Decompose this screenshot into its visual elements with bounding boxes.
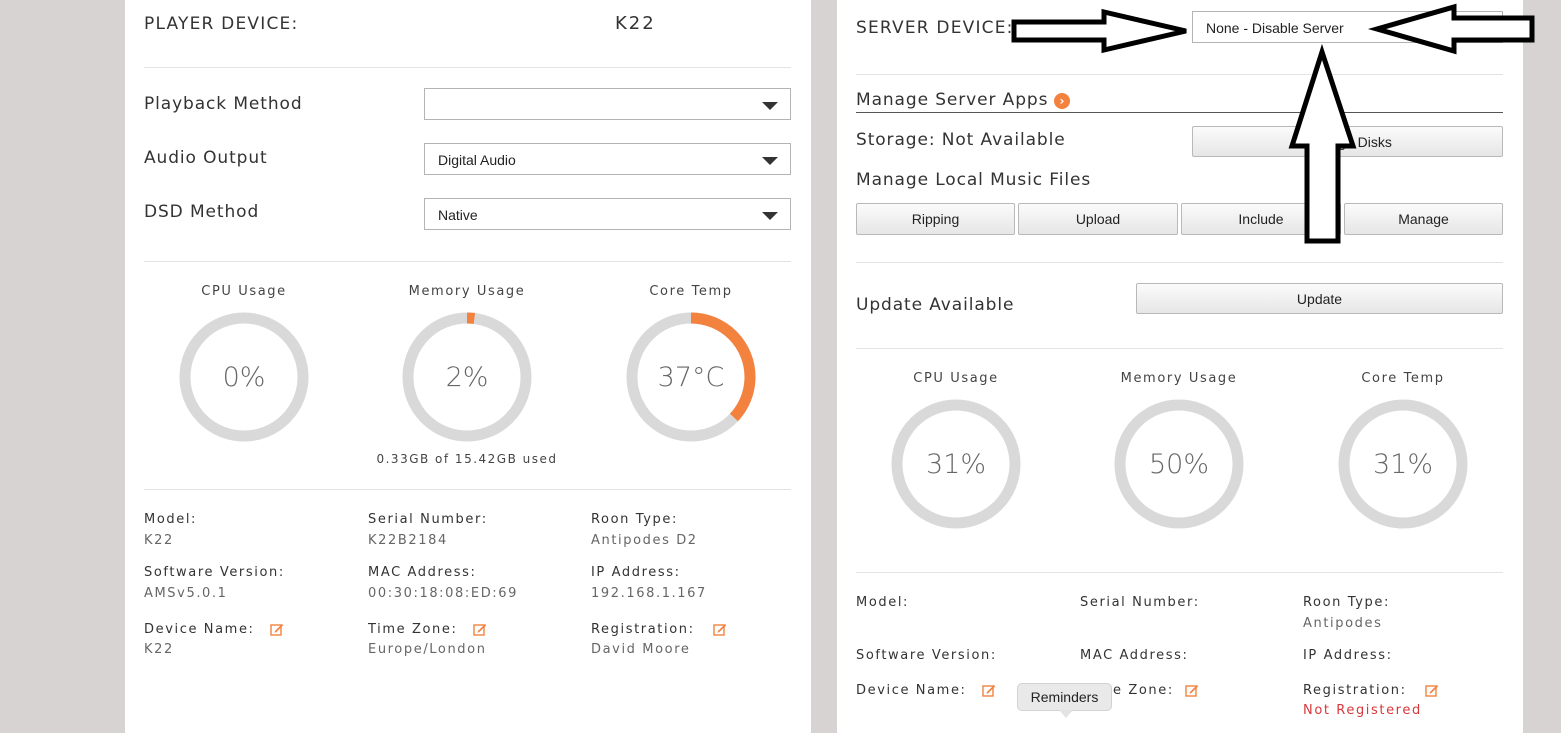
ripping-button[interactable]: Ripping <box>856 203 1015 235</box>
server-device-select[interactable]: None - Disable Server <box>1192 11 1503 43</box>
tooltip-text: Reminders <box>1030 689 1099 705</box>
ip-address-value: 192.168.1.167 <box>591 586 707 601</box>
gauge-title: CPU Usage <box>913 371 999 386</box>
software-version-label: Software Version: <box>144 565 285 580</box>
registration-status: Not Registered <box>1303 703 1422 718</box>
divider <box>856 572 1503 573</box>
device-name-value: K22 <box>144 642 174 657</box>
roon-type-label: Roon Type: <box>591 512 678 527</box>
ip-address-label: IP Address: <box>1303 648 1393 663</box>
time-zone-label: e Zone: <box>1113 683 1174 698</box>
update-available-label: Update Available <box>856 295 1015 315</box>
edit-icon[interactable] <box>713 622 727 636</box>
core-temp-gauge: 37°C <box>626 312 756 442</box>
model-label: Model: <box>856 595 910 610</box>
edit-icon[interactable] <box>473 622 487 636</box>
audio-output-label: Audio Output <box>144 148 268 168</box>
cpu-usage-gauge: 0% <box>179 312 309 442</box>
chevron-down-icon <box>762 157 778 165</box>
divider <box>144 261 791 262</box>
roon-type-label: Roon Type: <box>1303 595 1390 610</box>
tooltip-pointer <box>1059 710 1073 718</box>
gauge-value: 31% <box>925 448 986 480</box>
manage-local-music-label: Manage Local Music Files <box>856 170 1092 190</box>
registration-value: David Moore <box>591 642 691 657</box>
update-button[interactable]: Update <box>1136 283 1503 314</box>
include-button[interactable]: Include <box>1181 203 1341 235</box>
registration-label: Registration: <box>1303 683 1407 698</box>
mac-address-value: 00:30:18:08:ED:69 <box>368 586 519 601</box>
software-version-value: AMSv5.0.1 <box>144 586 228 601</box>
edit-icon[interactable] <box>1185 683 1199 697</box>
playback-method-select[interactable] <box>424 88 791 120</box>
server-memory-usage-gauge: 50% <box>1114 399 1244 529</box>
device-name-label: Device Name: <box>144 622 255 637</box>
ip-address-label: IP Address: <box>591 565 681 580</box>
gauge-title: Core Temp <box>1361 371 1445 386</box>
mac-address-label: MAC Address: <box>368 565 477 580</box>
divider <box>856 348 1503 349</box>
serial-number-label: Serial Number: <box>368 512 488 527</box>
serial-number-label: Serial Number: <box>1080 595 1200 610</box>
server-core-temp-gauge: 31% <box>1338 399 1468 529</box>
dsd-method-label: DSD Method <box>144 202 260 222</box>
manage-button[interactable]: Manage <box>1344 203 1503 235</box>
edit-icon[interactable] <box>982 683 996 697</box>
gauge-title: CPU Usage <box>201 284 287 299</box>
server-cpu-usage-gauge: 31% <box>891 399 1021 529</box>
model-label: Model: <box>144 512 198 527</box>
divider <box>144 489 791 490</box>
playback-method-label: Playback Method <box>144 94 303 114</box>
memory-usage-gauge: 2% <box>402 312 532 442</box>
gauge-title: Memory Usage <box>408 284 526 299</box>
memory-usage-note: 0.33GB of 15.42GB used <box>376 452 558 466</box>
gauge-title: Core Temp <box>649 284 733 299</box>
gauge-value: 31% <box>1372 448 1433 480</box>
divider <box>856 74 1503 75</box>
time-zone-value: Europe/London <box>368 642 487 657</box>
divider <box>144 67 791 68</box>
roon-type-value: Antipodes <box>1303 616 1383 631</box>
manage-disks-button[interactable]: Manage Disks <box>1192 126 1503 157</box>
device-name-label: Device Name: <box>856 683 967 698</box>
dsd-method-value: Native <box>438 207 478 223</box>
dsd-method-select[interactable]: Native <box>424 198 791 230</box>
manage-server-apps-link[interactable]: Manage Server Apps <box>856 90 1048 110</box>
registration-label: Registration: <box>591 622 695 637</box>
player-device-title: PLAYER DEVICE: <box>144 14 299 34</box>
audio-output-value: Digital Audio <box>438 152 516 168</box>
gauge-value: 0% <box>222 361 266 393</box>
divider <box>856 262 1503 263</box>
edit-icon[interactable] <box>1425 683 1439 697</box>
server-device-title: SERVER DEVICE: <box>856 18 1014 38</box>
gauge-value: 37°C <box>657 361 725 393</box>
edit-icon[interactable] <box>270 622 284 636</box>
divider <box>856 112 1503 113</box>
model-value: K22 <box>144 533 174 548</box>
upload-button[interactable]: Upload <box>1018 203 1178 235</box>
server-device-value: None - Disable Server <box>1206 20 1344 36</box>
player-device-name: K22 <box>615 13 656 34</box>
chevron-right-icon[interactable]: › <box>1054 93 1070 109</box>
software-version-label: Software Version: <box>856 648 997 663</box>
gauge-value: 2% <box>445 361 489 393</box>
time-zone-label: Time Zone: <box>368 622 458 637</box>
chevron-down-icon <box>1474 25 1490 33</box>
mac-address-label: MAC Address: <box>1080 648 1189 663</box>
serial-number-value: K22B2184 <box>368 533 448 548</box>
audio-output-select[interactable]: Digital Audio <box>424 143 791 175</box>
chevron-down-icon <box>762 212 778 220</box>
roon-type-value: Antipodes D2 <box>591 533 698 548</box>
gauge-value: 50% <box>1148 448 1209 480</box>
gauge-title: Memory Usage <box>1120 371 1238 386</box>
reminders-tooltip: Reminders <box>1017 683 1112 718</box>
chevron-down-icon <box>762 102 778 110</box>
storage-status-label: Storage: Not Available <box>856 130 1066 150</box>
